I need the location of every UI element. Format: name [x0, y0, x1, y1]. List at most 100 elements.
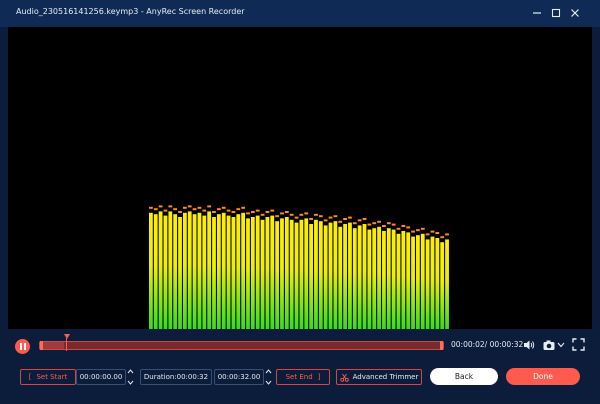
visualizer-bar	[187, 211, 192, 329]
maximize-icon[interactable]	[550, 7, 562, 19]
playback-controls: 00:00:02/ 00:00:32	[0, 329, 600, 364]
visualizer-peak	[280, 212, 284, 215]
visualizer-bar	[231, 217, 236, 329]
visualizer-peak	[435, 232, 440, 234]
preview-area	[8, 27, 592, 329]
visualizer-peak	[216, 208, 221, 211]
visualizer-bar	[153, 214, 158, 329]
visualizer-bar	[216, 214, 221, 329]
visualizer-bar	[178, 217, 182, 329]
visualizer-peak	[153, 208, 158, 211]
visualizer-bar	[401, 231, 406, 329]
scissors-icon	[339, 373, 349, 382]
camera-icon[interactable]	[542, 338, 556, 352]
visualizer-bar	[435, 238, 440, 329]
start-time-field[interactable]: 00:00:00.00	[76, 369, 126, 385]
close-icon[interactable]	[569, 7, 581, 19]
visualizer-bar	[270, 215, 275, 329]
visualizer-bar	[318, 221, 323, 329]
back-button[interactable]: Back	[430, 368, 498, 385]
visualizer-peak	[416, 229, 420, 232]
advanced-trimmer-button[interactable]: Advanced Trimmer	[336, 369, 422, 385]
chevron-down-icon[interactable]	[265, 380, 272, 385]
visualizer-bar	[440, 242, 445, 329]
minimize-icon[interactable]	[531, 7, 543, 19]
visualizer-bar	[396, 233, 401, 329]
visualizer-peak	[212, 211, 216, 213]
playhead-line	[66, 338, 67, 351]
visualizer-peak	[386, 222, 391, 225]
playhead-marker[interactable]	[64, 334, 70, 339]
set-end-button[interactable]: Set End ]	[276, 369, 330, 385]
title-bar: Audio_230516141256.keymp3 - AnyRec Scree…	[0, 0, 600, 27]
chevron-down-icon[interactable]	[127, 380, 134, 385]
visualizer-peak	[357, 219, 362, 222]
visualizer-peak	[270, 209, 275, 212]
visualizer-peak	[250, 211, 255, 213]
visualizer-peak	[149, 206, 153, 209]
visualizer-peak	[299, 213, 304, 216]
visualizer-bar	[382, 231, 386, 329]
visualizer-bar	[386, 228, 391, 329]
visualizer-peak	[289, 213, 294, 216]
visualizer-peak	[163, 209, 168, 212]
pause-icon[interactable]	[15, 339, 30, 354]
visualizer-bar	[212, 217, 216, 329]
end-time-field[interactable]: 00:00:32.00	[214, 369, 264, 385]
end-time-stepper[interactable]	[264, 369, 272, 385]
visualizer-peak	[318, 215, 323, 218]
start-time-stepper[interactable]	[126, 369, 134, 385]
visualizer-bar	[416, 235, 420, 329]
visualizer-bar	[445, 239, 449, 329]
visualizer-bar	[430, 236, 435, 329]
set-start-label: Set Start	[36, 373, 68, 381]
visualizer-bar	[323, 225, 328, 329]
visualizer-bar	[367, 229, 372, 329]
volume-icon[interactable]	[522, 338, 536, 352]
visualizer-peak	[309, 218, 313, 220]
visualizer-peak	[236, 208, 241, 211]
visualizer-bar	[255, 215, 260, 329]
visualizer-peak	[333, 215, 338, 218]
visualizer-bar	[149, 212, 153, 329]
app-window: Audio_230516141256.keymp3 - AnyRec Scree…	[0, 0, 600, 404]
visualizer-bar	[158, 211, 163, 329]
visualizer-peak	[362, 218, 367, 220]
visualizer-bar	[284, 217, 289, 329]
progress-track[interactable]	[39, 341, 444, 350]
visualizer-peak	[411, 230, 415, 233]
visualizer-peak	[284, 211, 289, 213]
chevron-up-icon[interactable]	[265, 369, 272, 374]
done-button[interactable]: Done	[506, 368, 580, 385]
visualizer-bar	[202, 215, 207, 329]
fullscreen-icon[interactable]	[572, 338, 585, 351]
visualizer-bar	[343, 224, 347, 329]
visualizer-bar	[265, 217, 270, 329]
visualizer-peak	[382, 225, 386, 227]
visualizer-peak	[343, 218, 347, 220]
visualizer-peak	[323, 219, 328, 222]
trim-start-handle[interactable]	[40, 341, 43, 350]
visualizer-bar	[425, 239, 430, 329]
visualizer-bar	[411, 236, 415, 329]
visualizer-peak	[314, 213, 318, 216]
visualizer-peak	[275, 215, 280, 218]
chevron-down-icon[interactable]	[557, 342, 565, 348]
trim-end-handle[interactable]	[440, 341, 443, 350]
visualizer-bar	[391, 229, 396, 329]
visualizer-bar	[221, 212, 226, 329]
set-start-button[interactable]: [ Set Start	[20, 369, 76, 385]
visualizer-bar	[226, 215, 231, 329]
chevron-up-icon[interactable]	[127, 369, 134, 374]
visualizer-peak	[338, 220, 343, 223]
duration-field: Duration:00:00:32	[140, 369, 212, 385]
visualizer-peak	[377, 220, 381, 223]
progress-fill	[40, 342, 65, 349]
visualizer-peak	[420, 227, 425, 230]
visualizer-bar	[289, 219, 294, 329]
visualizer-peak	[178, 211, 182, 213]
visualizer-peak	[207, 205, 212, 208]
visualizer-bar	[406, 232, 411, 329]
advanced-trimmer-label: Advanced Trimmer	[352, 373, 419, 381]
visualizer-bar	[377, 226, 381, 329]
